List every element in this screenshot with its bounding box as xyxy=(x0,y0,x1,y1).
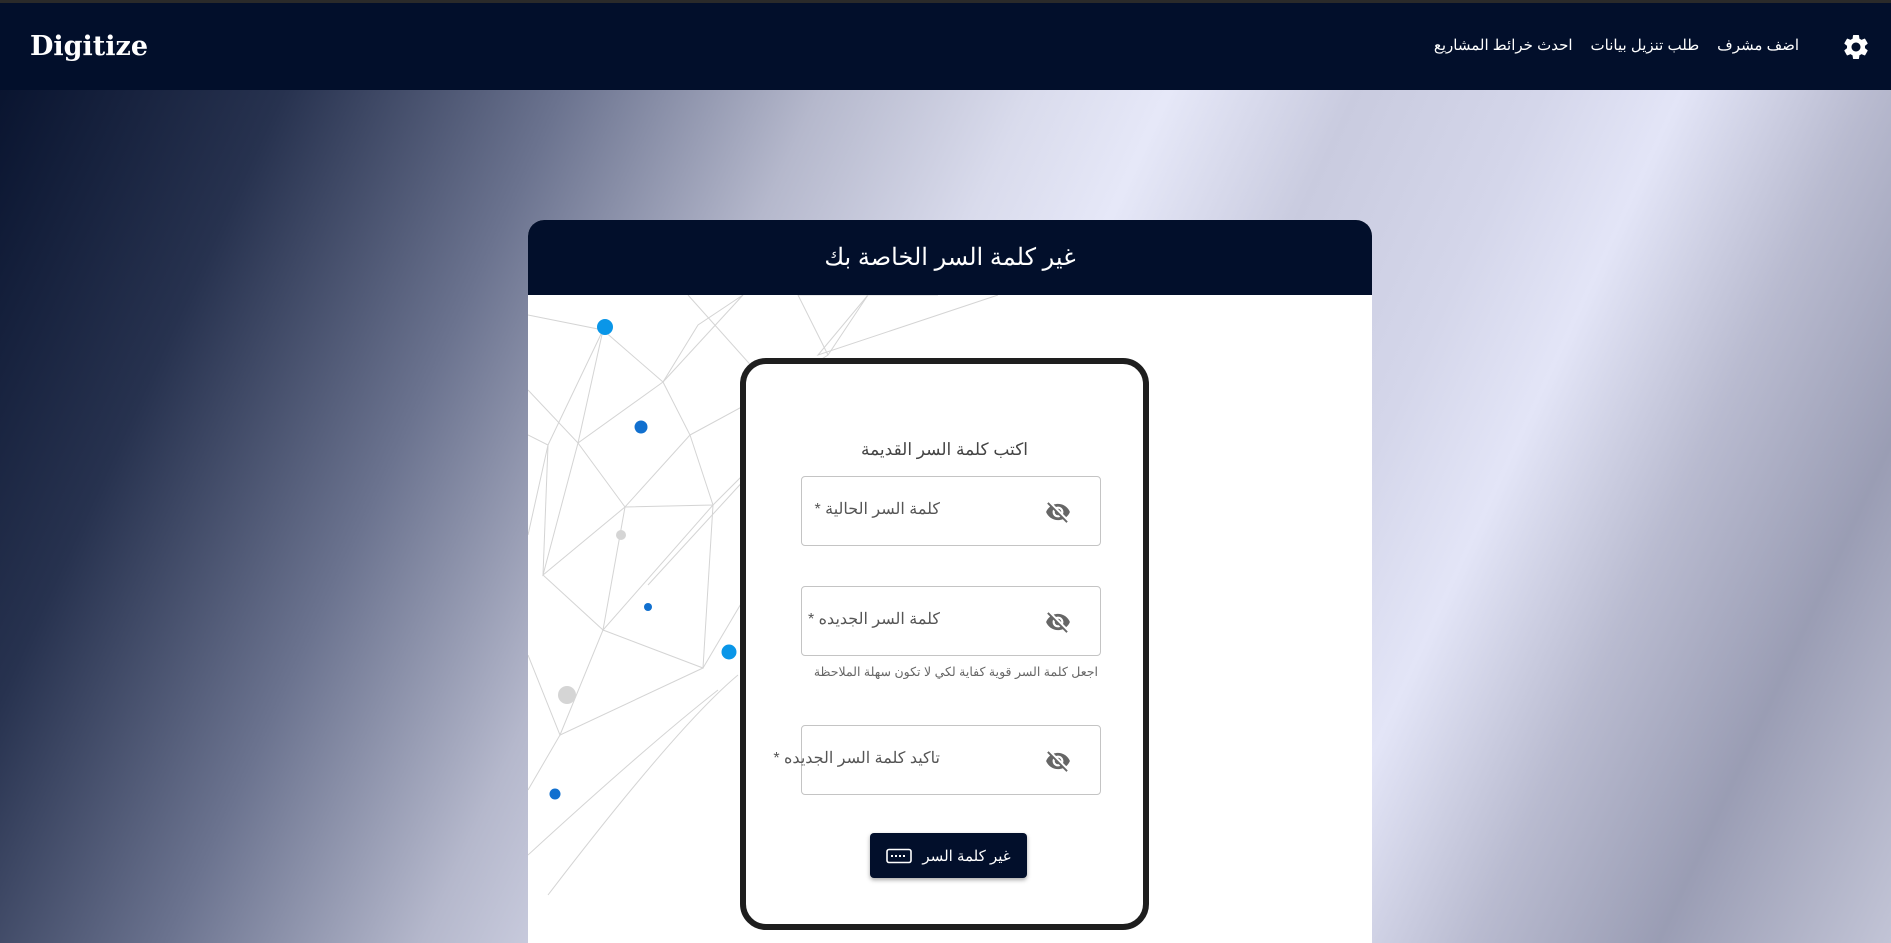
card-title: غير كلمة السر الخاصة بك xyxy=(528,220,1372,295)
nav-add-admin[interactable]: اضف مشرف xyxy=(1717,36,1799,54)
new-password-field[interactable]: كلمة السر الجديده * xyxy=(801,586,1101,656)
nav-links: اضف مشرف طلب تنزيل بيانات احدث خرائط الم… xyxy=(1434,36,1799,54)
current-password-label: كلمة السر الحالية * xyxy=(814,501,940,518)
confirm-password-label: تاكيد كلمة السر الجديده * xyxy=(773,750,940,767)
confirm-password-field[interactable]: تاكيد كلمة السر الجديده * xyxy=(773,725,1101,795)
nav-latest-project-maps[interactable]: احدث خرائط المشاريع xyxy=(1434,36,1573,54)
change-password-card: غير كلمة السر الخاصة بك اكتب كلمة السر ا… xyxy=(528,220,1372,943)
brand-logo[interactable]: Digitize xyxy=(30,31,148,62)
password-form: اكتب كلمة السر القديمة كلمة السر الحالية… xyxy=(740,358,1149,930)
nav-data-download-request[interactable]: طلب تنزيل بيانات xyxy=(1591,36,1700,54)
current-password-field[interactable]: كلمة السر الحالية * xyxy=(801,476,1101,546)
gear-icon[interactable] xyxy=(1841,32,1871,62)
form-title: اكتب كلمة السر القديمة xyxy=(860,440,1029,459)
eye-off-icon[interactable] xyxy=(1044,609,1072,635)
change-password-button[interactable]: غير كلمة السر xyxy=(870,833,1027,878)
eye-off-icon[interactable] xyxy=(1044,748,1072,774)
new-password-helper-text: اجعل كلمة السر قوية كفاية لكي لا تكون سه… xyxy=(813,665,1098,679)
eye-off-icon[interactable] xyxy=(1044,499,1072,525)
new-password-label: كلمة السر الجديده * xyxy=(807,611,940,628)
keyboard-icon xyxy=(886,848,913,863)
navbar: Digitize اضف مشرف طلب تنزيل بيانات احدث … xyxy=(0,3,1891,90)
change-password-button-label: غير كلمة السر xyxy=(922,847,1011,865)
